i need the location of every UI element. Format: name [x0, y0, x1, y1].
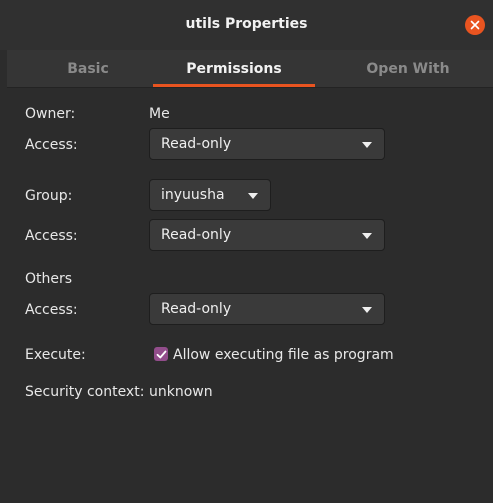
window-title: utils Properties [185, 16, 308, 32]
group-value: inyuusha [161, 187, 225, 203]
execute-label: Execute: [25, 347, 86, 363]
group-access-label: Access: [25, 228, 78, 244]
security-context-value: unknown [149, 384, 213, 400]
owner-access-value: Read-only [161, 136, 232, 152]
group-access-dropdown[interactable]: Read-only [149, 219, 385, 251]
execute-checkbox-label[interactable]: Allow executing file as program [173, 347, 394, 363]
owner-access-dropdown[interactable]: Read-only [149, 128, 385, 160]
chevron-down-icon [248, 193, 258, 199]
owner-value: Me [149, 106, 170, 122]
close-icon [470, 20, 480, 30]
owner-access-label: Access: [25, 137, 78, 153]
others-heading: Others [25, 271, 73, 287]
chevron-down-icon [362, 233, 372, 239]
security-context-label: Security context: [25, 384, 145, 400]
others-access-value: Read-only [161, 301, 232, 317]
group-label: Group: [25, 188, 73, 204]
group-dropdown[interactable]: inyuusha [149, 179, 271, 211]
others-access-dropdown[interactable]: Read-only [149, 293, 385, 325]
chevron-down-icon [362, 142, 372, 148]
tab-bar: Basic Permissions Open With [7, 50, 493, 88]
tab-permissions[interactable]: Permissions [153, 50, 315, 87]
others-access-label: Access: [25, 302, 78, 318]
close-button[interactable] [465, 15, 485, 35]
group-access-value: Read-only [161, 227, 232, 243]
title-bar: utils Properties [0, 0, 493, 50]
owner-label: Owner: [25, 106, 76, 122]
checkmark-icon [156, 350, 166, 358]
chevron-down-icon [362, 307, 372, 313]
tab-basic[interactable]: Basic [7, 50, 169, 87]
execute-checkbox[interactable] [154, 347, 168, 361]
tab-open-with[interactable]: Open With [327, 50, 489, 87]
